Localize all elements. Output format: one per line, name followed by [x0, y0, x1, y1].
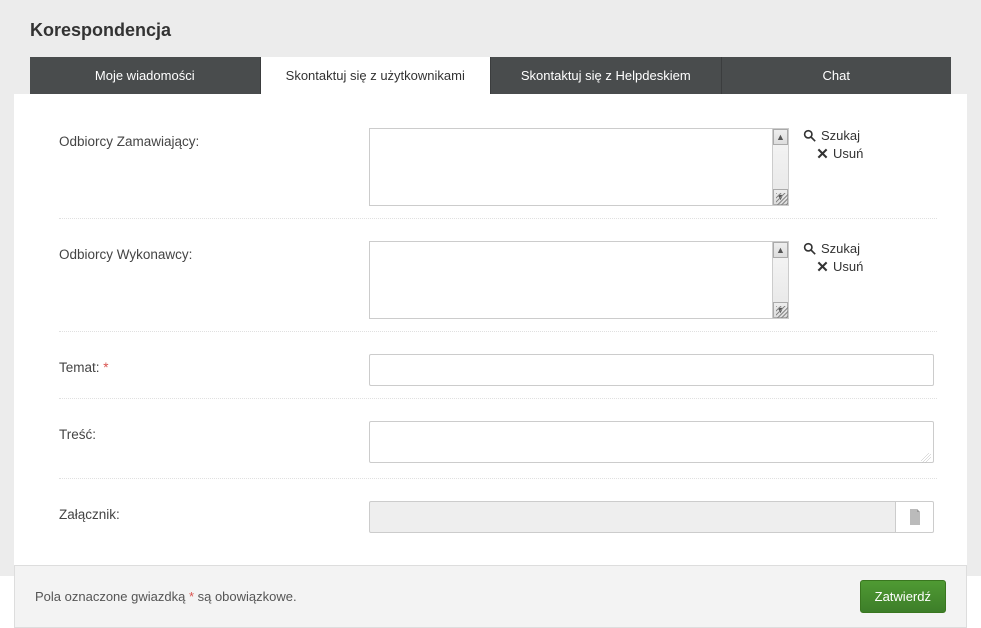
scrollbar[interactable]: ▲ ▼ [772, 242, 788, 318]
search-recipients-contractors-button[interactable]: Szukaj [803, 241, 863, 256]
label-recipients-orderers: Odbiorcy Zamawiający: [59, 128, 369, 149]
remove-recipients-contractors-button[interactable]: Usuń [803, 259, 863, 274]
attachment-browse-button[interactable] [896, 501, 934, 533]
multiselect-recipients-orderers[interactable]: ▲ ▼ [369, 128, 789, 206]
submit-button[interactable]: Zatwierdź [860, 580, 946, 613]
page-root: Korespondencja Moje wiadomości Skontaktu… [0, 0, 981, 576]
search-icon [803, 242, 816, 255]
close-icon [817, 148, 828, 159]
content-textarea[interactable] [369, 421, 934, 463]
tab-my-messages[interactable]: Moje wiadomości [30, 57, 261, 94]
footer-bar: Pola oznaczone gwiazdką * są obowiązkowe… [14, 565, 967, 628]
subject-input[interactable] [369, 354, 934, 386]
required-note: Pola oznaczone gwiazdką * są obowiązkowe… [35, 589, 297, 604]
attachment-input[interactable] [369, 501, 896, 533]
search-icon [803, 129, 816, 142]
multiselect-recipients-contractors[interactable]: ▲ ▼ [369, 241, 789, 319]
label-subject: Temat: * [59, 354, 369, 375]
scroll-up-icon[interactable]: ▲ [773, 129, 788, 145]
scrollbar[interactable]: ▲ ▼ [772, 129, 788, 205]
form-panel: Odbiorcy Zamawiający: ▲ ▼ Szukaj [14, 94, 967, 565]
row-subject: Temat: * [59, 354, 937, 399]
remove-recipients-orderers-button[interactable]: Usuń [803, 146, 863, 161]
tab-bar: Moje wiadomości Skontaktuj się z użytkow… [0, 57, 981, 94]
row-recipients-contractors: Odbiorcy Wykonawcy: ▲ ▼ Szukaj [59, 241, 937, 332]
row-content: Treść: [59, 421, 937, 479]
scroll-down-icon[interactable]: ▼ [773, 189, 788, 205]
search-label: Szukaj [821, 241, 860, 256]
scroll-down-icon[interactable]: ▼ [773, 302, 788, 318]
tab-contact-users[interactable]: Skontaktuj się z użytkownikami [261, 57, 492, 94]
remove-label: Usuń [833, 259, 863, 274]
file-icon [908, 509, 922, 525]
row-attachment: Załącznik: [59, 501, 937, 533]
search-label: Szukaj [821, 128, 860, 143]
required-asterisk: * [103, 360, 108, 375]
remove-label: Usuń [833, 146, 863, 161]
tab-chat[interactable]: Chat [722, 57, 952, 94]
label-content: Treść: [59, 421, 369, 442]
page-title: Korespondencja [0, 0, 981, 57]
label-recipients-contractors: Odbiorcy Wykonawcy: [59, 241, 369, 262]
tab-contact-helpdesk[interactable]: Skontaktuj się z Helpdeskiem [491, 57, 722, 94]
close-icon [817, 261, 828, 272]
label-attachment: Załącznik: [59, 501, 369, 522]
search-recipients-orderers-button[interactable]: Szukaj [803, 128, 863, 143]
scroll-up-icon[interactable]: ▲ [773, 242, 788, 258]
row-recipients-orderers: Odbiorcy Zamawiający: ▲ ▼ Szukaj [59, 128, 937, 219]
